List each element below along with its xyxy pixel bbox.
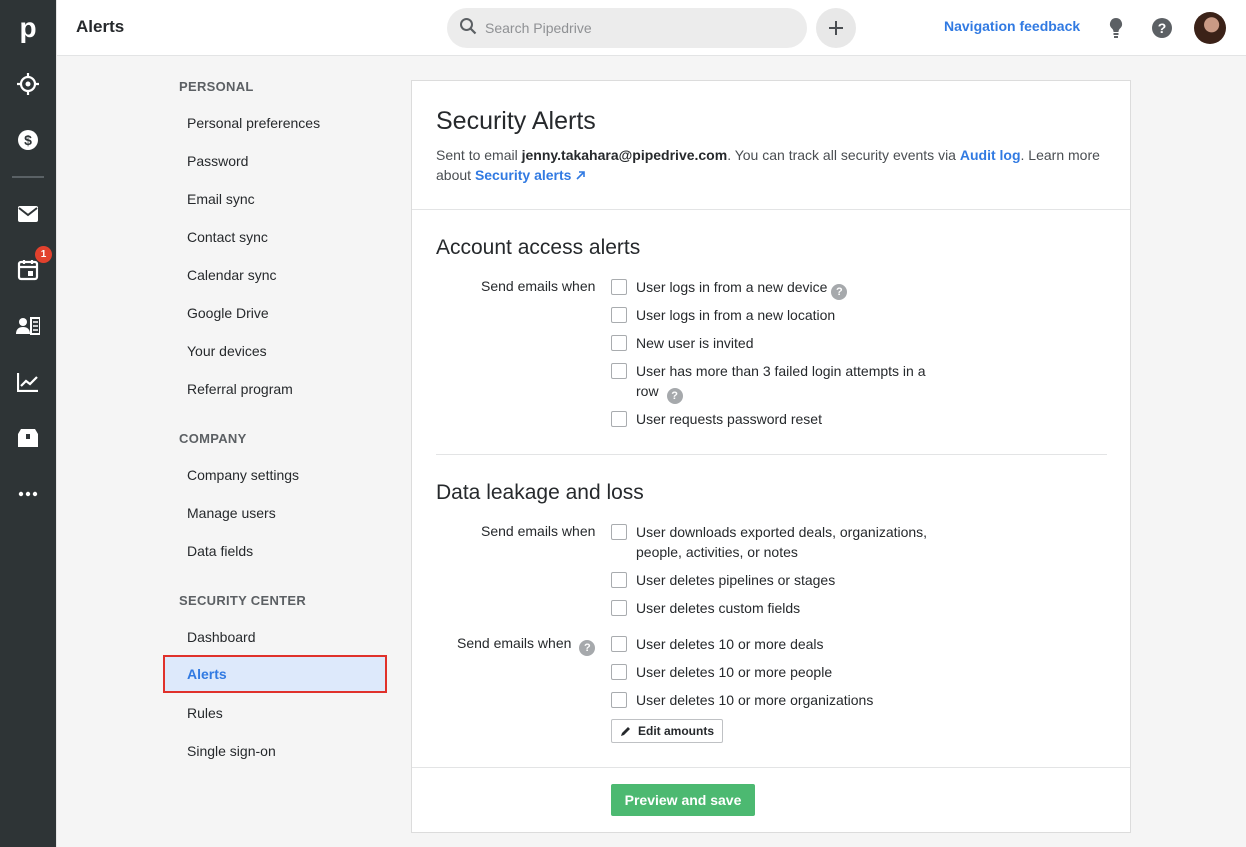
- nav-item-email-sync[interactable]: Email sync: [163, 181, 387, 217]
- audit-log-link[interactable]: Audit log: [960, 147, 1021, 163]
- question-icon[interactable]: ?: [666, 388, 683, 404]
- target-icon[interactable]: [0, 64, 56, 104]
- security-alerts-link[interactable]: Security alerts: [475, 167, 586, 183]
- nav-item-google-drive[interactable]: Google Drive: [163, 295, 387, 331]
- insights-icon[interactable]: [0, 362, 56, 402]
- divider: [412, 209, 1130, 210]
- checkbox[interactable]: [611, 524, 627, 540]
- checkbox[interactable]: [611, 363, 627, 379]
- send-emails-label: Send emails when: [481, 278, 596, 294]
- checkbox[interactable]: [611, 600, 627, 616]
- nav-item-single-sign-on[interactable]: Single sign-on: [163, 733, 387, 769]
- lightbulb-icon[interactable]: [1109, 17, 1123, 44]
- account-access-title: Account access alerts: [436, 236, 641, 259]
- send-emails-label: Send emails when?: [457, 635, 596, 656]
- plus-icon: [829, 21, 843, 35]
- panel-description: Sent to email jenny.takahara@pipedrive.c…: [436, 147, 1100, 183]
- nav-item-your-devices[interactable]: Your devices: [163, 333, 387, 369]
- search-icon: [459, 17, 477, 40]
- send-emails-label: Send emails when: [481, 523, 596, 539]
- option-deletes-people[interactable]: User deletes 10 or more people: [611, 662, 936, 682]
- nav-section-company: COMPANY: [179, 431, 247, 446]
- nav-item-rules[interactable]: Rules: [163, 695, 387, 731]
- checkbox[interactable]: [611, 636, 627, 652]
- search-box[interactable]: [447, 8, 807, 48]
- pencil-icon: [621, 727, 630, 736]
- checkbox[interactable]: [611, 307, 627, 323]
- option-downloads-exported[interactable]: User downloads exported deals, organizat…: [611, 522, 936, 562]
- option-new-location[interactable]: User logs in from a new location: [611, 305, 936, 325]
- nav-item-dashboard[interactable]: Dashboard: [163, 619, 387, 655]
- help-icon[interactable]: ?: [1151, 17, 1173, 44]
- app-rail: p $ 1: [0, 0, 57, 847]
- nav-item-calendar-sync[interactable]: Calendar sync: [163, 257, 387, 293]
- option-deletes-pipelines[interactable]: User deletes pipelines or stages: [611, 570, 936, 590]
- option-deletes-organizations[interactable]: User deletes 10 or more organizations: [611, 690, 936, 710]
- divider: [412, 767, 1130, 768]
- external-link-icon: [576, 171, 586, 180]
- more-icon[interactable]: [0, 474, 56, 514]
- nav-item-alerts[interactable]: Alerts: [163, 655, 387, 693]
- top-bar: Alerts Navigation feedback ?: [57, 0, 1246, 56]
- option-deletes-custom-fields[interactable]: User deletes custom fields: [611, 598, 936, 618]
- preview-and-save-button[interactable]: Preview and save: [611, 784, 755, 816]
- option-new-device[interactable]: User logs in from a new device?: [611, 277, 936, 300]
- nav-item-personal-preferences[interactable]: Personal preferences: [163, 105, 387, 141]
- option-user-invited[interactable]: New user is invited: [611, 333, 936, 353]
- option-deletes-deals[interactable]: User deletes 10 or more deals: [611, 634, 936, 654]
- nav-item-referral-program[interactable]: Referral program: [163, 371, 387, 407]
- pipedrive-logo[interactable]: p: [0, 0, 56, 56]
- contacts-icon[interactable]: [0, 306, 56, 346]
- question-icon[interactable]: ?: [579, 640, 596, 656]
- svg-text:$: $: [24, 132, 32, 148]
- rail-divider: [12, 176, 44, 178]
- navigation-feedback-link[interactable]: Navigation feedback: [944, 18, 1080, 34]
- nav-item-data-fields[interactable]: Data fields: [163, 533, 387, 569]
- nav-item-company-settings[interactable]: Company settings: [163, 457, 387, 493]
- panel-title: Security Alerts: [436, 107, 596, 135]
- mail-icon[interactable]: [0, 194, 56, 234]
- checkbox[interactable]: [611, 692, 627, 708]
- option-password-reset[interactable]: User requests password reset: [611, 409, 936, 429]
- svg-text:?: ?: [1158, 20, 1167, 36]
- page-title: Alerts: [76, 17, 125, 36]
- nav-section-personal: PERSONAL: [179, 79, 254, 94]
- alert-email: jenny.takahara@pipedrive.com: [521, 147, 728, 163]
- nav-item-contact-sync[interactable]: Contact sync: [163, 219, 387, 255]
- question-icon[interactable]: ?: [831, 284, 848, 300]
- search-input[interactable]: [485, 20, 785, 36]
- divider: [436, 454, 1107, 455]
- checkbox[interactable]: [611, 572, 627, 588]
- products-icon[interactable]: [0, 418, 56, 458]
- security-alerts-panel: Security Alerts Sent to email jenny.taka…: [411, 80, 1131, 833]
- checkbox[interactable]: [611, 335, 627, 351]
- checkbox[interactable]: [611, 411, 627, 427]
- edit-amounts-button[interactable]: Edit amounts: [611, 719, 724, 743]
- data-leakage-title: Data leakage and loss: [436, 481, 644, 504]
- nav-item-password[interactable]: Password: [163, 143, 387, 179]
- nav-section-security-center: SECURITY CENTER: [179, 593, 307, 608]
- user-avatar[interactable]: [1194, 12, 1226, 44]
- checkbox[interactable]: [611, 664, 627, 680]
- notification-badge: 1: [35, 246, 52, 263]
- dollar-icon[interactable]: $: [0, 120, 56, 160]
- option-failed-logins[interactable]: User has more than 3 failed login attemp…: [611, 361, 936, 404]
- checkbox[interactable]: [611, 279, 627, 295]
- nav-item-manage-users[interactable]: Manage users: [163, 495, 387, 531]
- add-button[interactable]: [816, 8, 856, 48]
